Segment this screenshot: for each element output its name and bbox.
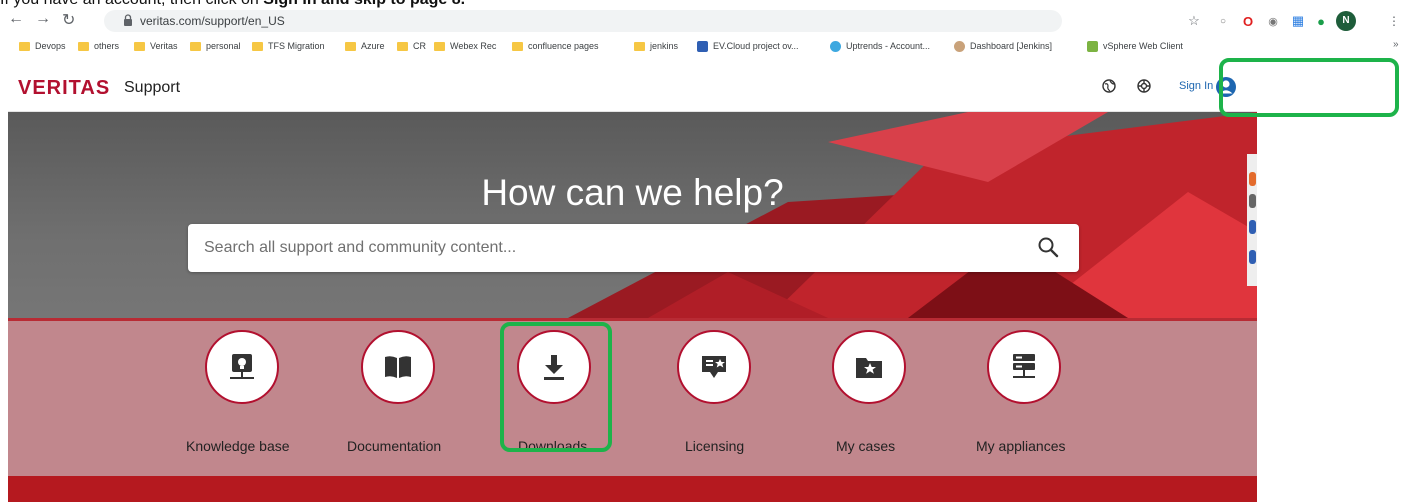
footer-band	[8, 476, 1257, 502]
hero-banner: How can we help?	[8, 112, 1257, 318]
jenkins-icon	[954, 40, 965, 52]
side-widget	[1247, 154, 1257, 286]
sign-in-highlight	[1219, 58, 1399, 117]
help-ring-icon[interactable]	[1137, 79, 1151, 93]
browser-toolbar: ← → ↻ veritas.com/support/en_US ☆ ○ O ◉ …	[0, 8, 1405, 34]
search-input[interactable]	[204, 237, 1024, 259]
bookmark-vsphere[interactable]: vSphere Web Client	[1087, 38, 1183, 54]
profile-avatar[interactable]: N	[1336, 11, 1356, 31]
menu-dots-icon[interactable]: ⋮	[1388, 14, 1400, 28]
quick-link-documentation[interactable]: Documentation	[334, 330, 474, 454]
bookmark-webex-rec[interactable]: Webex Rec	[434, 38, 496, 54]
folder-icon	[434, 41, 445, 51]
folder-icon	[397, 41, 408, 51]
opera-icon[interactable]: O	[1240, 13, 1256, 29]
folder-star-icon	[832, 330, 906, 404]
bookmark-jenkins[interactable]: jenkins	[634, 38, 678, 54]
bookmarks-bar: Devops others Veritas personal TFS Migra…	[0, 36, 1405, 54]
reload-icon[interactable]: ↻	[62, 10, 75, 30]
folder-icon	[19, 41, 30, 51]
bookmark-confluence-pages[interactable]: confluence pages	[512, 38, 599, 54]
search-box	[188, 224, 1079, 272]
sign-in-link[interactable]: Sign In	[1179, 80, 1213, 92]
quick-link-licensing[interactable]: Licensing	[640, 330, 780, 454]
url-text: veritas.com/support/en_US	[140, 14, 285, 28]
hero-background-art	[568, 112, 1257, 318]
windows-icon[interactable]: ▦	[1290, 13, 1306, 29]
folder-icon	[190, 41, 201, 51]
vsphere-icon	[1087, 40, 1098, 52]
bookmark-ev-cloud[interactable]: EV.Cloud project ov...	[697, 38, 799, 54]
bookmark-devops[interactable]: Devops	[19, 38, 66, 54]
section-title: Support	[124, 79, 181, 96]
address-bar[interactable]: veritas.com/support/en_US	[104, 10, 1062, 32]
folder-icon	[512, 41, 523, 51]
star-icon[interactable]: ☆	[1186, 13, 1202, 29]
bookmark-tfs-migration[interactable]: TFS Migration	[252, 38, 325, 54]
folder-icon	[78, 41, 89, 51]
quick-link-my-cases[interactable]: My cases	[800, 330, 940, 454]
v-extension-icon[interactable]: ◉	[1265, 13, 1281, 29]
lock-icon	[124, 14, 132, 26]
bookmark-veritas[interactable]: Veritas	[134, 38, 178, 54]
veritas-logo[interactable]: VERITAS	[18, 77, 110, 100]
folder-icon	[345, 41, 356, 51]
chevron-right-icon[interactable]: »	[1393, 39, 1399, 50]
bookmark-others[interactable]: others	[78, 38, 119, 54]
back-arrow-icon[interactable]: ←	[8, 10, 24, 28]
forward-arrow-icon[interactable]: →	[35, 10, 51, 28]
server-icon	[987, 330, 1061, 404]
bookmark-cr[interactable]: CR	[397, 38, 426, 54]
folder-icon	[252, 41, 263, 51]
hero-title: How can we help?	[481, 172, 784, 213]
certificate-icon	[677, 330, 751, 404]
quick-links-band: Knowledge base Documentation Downloads L…	[8, 318, 1257, 476]
quick-link-knowledge-base[interactable]: Knowledge base	[179, 330, 319, 454]
pin-extension-icon[interactable]: ●	[1313, 13, 1329, 29]
lightbulb-network-icon	[205, 330, 279, 404]
bookmark-azure[interactable]: Azure	[345, 38, 385, 54]
folder-icon	[634, 41, 645, 51]
book-icon	[361, 330, 435, 404]
ev-cloud-icon	[697, 40, 708, 52]
site-header: VERITAS Support Sign In	[8, 62, 1257, 112]
bookmark-personal[interactable]: personal	[190, 38, 241, 54]
bookmark-uptrends[interactable]: Uptrends - Account...	[830, 38, 930, 54]
globe-icon[interactable]	[1102, 79, 1116, 93]
uptrends-icon	[830, 40, 841, 52]
folder-icon	[134, 41, 145, 51]
downloads-highlight	[500, 322, 612, 452]
circle-extension-icon[interactable]: ○	[1215, 13, 1231, 29]
quick-link-my-appliances[interactable]: My appliances	[956, 330, 1096, 454]
bookmark-dashboard-jenkins[interactable]: Dashboard [Jenkins]	[954, 38, 1052, 54]
search-icon[interactable]	[1037, 236, 1059, 258]
